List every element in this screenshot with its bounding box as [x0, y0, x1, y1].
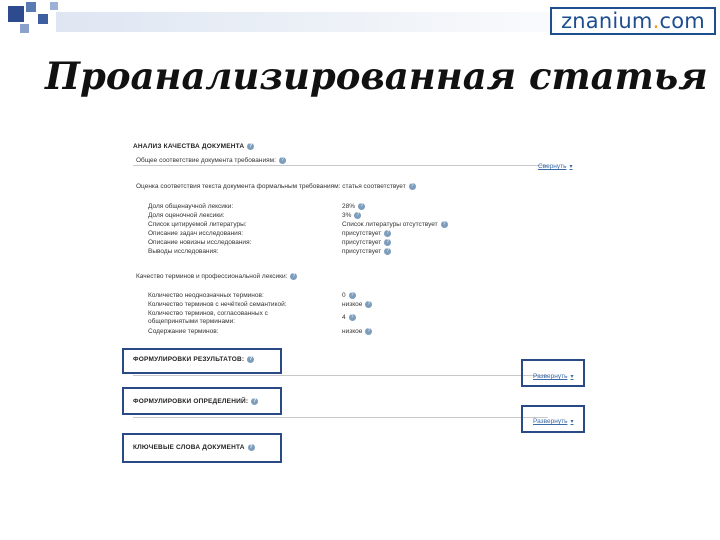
vocab-label: общепринятыми терминами:	[148, 318, 236, 325]
results-section-title: ФОРМУЛИРОВКИ РЕЗУЛЬТАТОВ:?	[133, 356, 255, 364]
chevron-down-icon: ▾	[570, 374, 574, 380]
help-icon[interactable]: ?	[384, 239, 392, 246]
metric-label: Доля общенаучной лексики:	[148, 203, 234, 210]
structure-title: Оценка соответствия текста документа фор…	[136, 183, 416, 190]
help-icon[interactable]: ?	[384, 248, 392, 255]
metric-value: присутствует?	[342, 239, 392, 246]
definitions-section-title: ФОРМУЛИРОВКИ ОПРЕДЕЛЕНИЙ:?	[133, 398, 259, 406]
decor-square	[50, 2, 58, 10]
metric-label: Список цитируемой литературы:	[148, 221, 247, 228]
chevron-down-icon: ▾	[570, 419, 574, 425]
metric-label: Доля оценочной лексики:	[148, 212, 225, 219]
vocab-label: Количество неоднозначных терминов:	[148, 292, 264, 299]
znanium-logo: znanium.com	[550, 7, 716, 35]
decor-square	[8, 6, 24, 22]
metric-label: Описание новизны исследования:	[148, 239, 252, 246]
vocab-value: 4?	[342, 314, 356, 321]
analysis-section-title: АНАЛИЗ КАЧЕСТВА ДОКУМЕНТА?	[133, 143, 255, 151]
help-icon[interactable]: ?	[358, 203, 366, 210]
vocab-label: Количество терминов, согласованных с	[148, 310, 268, 317]
corner-decoration	[0, 0, 560, 40]
help-icon[interactable]: ?	[348, 314, 356, 321]
vocab-value: 0?	[342, 292, 356, 299]
metric-label: Выводы исследования:	[148, 248, 219, 255]
decor-square	[26, 2, 36, 12]
vocab-value: низкое?	[342, 301, 373, 308]
help-icon[interactable]: ?	[348, 292, 356, 299]
metric-value: Список литературы отсутствует?	[342, 221, 448, 228]
help-icon[interactable]: ?	[247, 143, 255, 150]
help-icon[interactable]: ?	[408, 183, 416, 190]
general-compliance: Общее соответствие документа требованиям…	[136, 157, 286, 164]
help-icon[interactable]: ?	[247, 356, 255, 363]
decor-square	[20, 24, 29, 33]
decor-bar	[56, 12, 556, 32]
divider	[133, 165, 548, 166]
divider	[133, 375, 548, 376]
help-icon[interactable]: ?	[354, 212, 362, 219]
keywords-section-title: КЛЮЧЕВЫЕ СЛОВА ДОКУМЕНТА?	[133, 444, 255, 452]
analysis-screenshot: АНАЛИЗ КАЧЕСТВА ДОКУМЕНТА? Общее соответ…	[120, 134, 600, 464]
help-icon[interactable]: ?	[440, 221, 448, 228]
help-icon[interactable]: ?	[247, 444, 255, 451]
vocab-title: Качество терминов и профессиональной лек…	[136, 273, 298, 280]
vocab-label: Количество терминов с нечёткой семантико…	[148, 301, 287, 308]
metric-value: присутствует?	[342, 230, 392, 237]
help-icon[interactable]: ?	[365, 301, 373, 308]
results-expand-link[interactable]: Развернуть ▾	[533, 373, 573, 380]
definitions-expand-link[interactable]: Развернуть ▾	[533, 418, 573, 425]
decor-square	[38, 14, 48, 24]
help-icon[interactable]: ?	[365, 328, 373, 335]
collapse-link[interactable]: Свернуть ▾	[538, 163, 573, 170]
help-icon[interactable]: ?	[251, 398, 259, 405]
chevron-down-icon: ▾	[569, 164, 573, 170]
help-icon[interactable]: ?	[384, 230, 392, 237]
metric-label: Описание задач исследования:	[148, 230, 244, 237]
vocab-value: низкое?	[342, 328, 373, 335]
metric-value: 3%?	[342, 212, 362, 219]
vocab-label: Содержание терминов:	[148, 328, 219, 335]
metric-value: 28%?	[342, 203, 366, 210]
help-icon[interactable]: ?	[290, 273, 298, 280]
divider	[133, 417, 548, 418]
help-icon[interactable]: ?	[278, 157, 286, 164]
page-title: Проанализированная статья	[45, 54, 708, 98]
metric-value: присутствует?	[342, 248, 392, 255]
